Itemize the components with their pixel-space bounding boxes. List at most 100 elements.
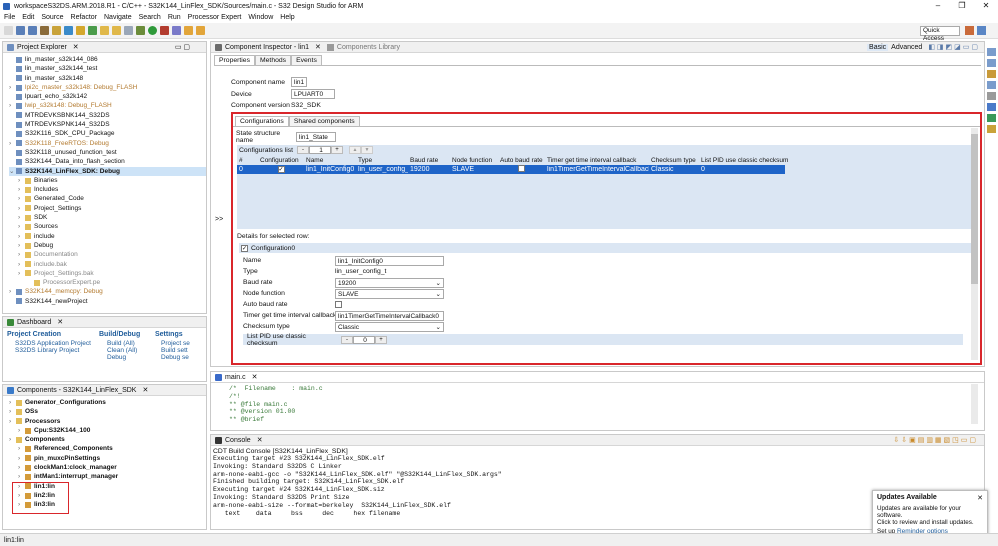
tree-item[interactable]: › S32K118_FreeRTOS: Debug xyxy=(9,139,206,148)
tree-item[interactable]: › Project_Settings.bak xyxy=(9,269,206,278)
search-icon[interactable] xyxy=(124,26,133,35)
tab-main-c[interactable]: main.c xyxy=(225,374,246,381)
detail-name-field[interactable]: lin1_InitConfig0 xyxy=(335,255,444,266)
tree-item[interactable]: lin_master_s32k148 xyxy=(9,74,206,83)
run-icon[interactable] xyxy=(148,26,157,35)
column-header[interactable]: Configuration xyxy=(258,157,304,164)
memory-icon[interactable] xyxy=(987,92,996,100)
detail-timer-field[interactable]: lin1TimerGetTimeIntervalCallback0 xyxy=(335,310,444,321)
cpp-perspective-icon[interactable] xyxy=(965,26,974,35)
table-row[interactable]: 0 ✓ lin1_InitConfig0 lin_user_config_t 1… xyxy=(237,165,785,174)
new-class-icon[interactable] xyxy=(88,26,97,35)
expand-toggle[interactable]: >> xyxy=(215,216,223,223)
external-tools-icon[interactable] xyxy=(160,26,169,35)
expand-toggle-icon[interactable]: › xyxy=(18,176,25,185)
tree-item[interactable]: › Includes xyxy=(9,185,206,194)
menu-search[interactable]: Search xyxy=(139,14,161,21)
detail-checksum-select[interactable]: Classic ⌄ xyxy=(335,321,444,332)
project-creation-title[interactable]: Project Creation xyxy=(7,331,99,338)
menu-source[interactable]: Source xyxy=(41,14,63,21)
console-output[interactable]: Executing target #23 S32K144_LinFlex_SDK… xyxy=(211,455,984,517)
settings-title[interactable]: Settings xyxy=(155,331,195,338)
component-item[interactable]: › Cpu:S32K144_100 xyxy=(9,426,206,435)
updates-body-2[interactable]: Click to review and install updates. xyxy=(877,519,983,526)
pid-increment-button[interactable]: + xyxy=(375,335,387,344)
task-list-icon[interactable] xyxy=(987,59,996,67)
problems-icon[interactable] xyxy=(987,70,996,78)
menu-processor-expert[interactable]: Processor Expert xyxy=(188,14,242,21)
column-header[interactable]: # xyxy=(237,157,258,164)
expand-toggle-icon[interactable]: › xyxy=(18,194,25,203)
component-item[interactable]: › Generator_Configurations xyxy=(9,398,206,407)
component-item[interactable]: › pin_muxcPinSettings xyxy=(9,454,206,463)
advanced-button[interactable]: Advanced xyxy=(891,44,922,51)
tree-item[interactable]: › Sources xyxy=(9,222,206,231)
close-notification-icon[interactable]: ✕ xyxy=(977,494,983,502)
tree-item[interactable]: lin_master_s32k144_test xyxy=(9,64,206,73)
tree-item[interactable]: › lwip_s32k148: Debug_FLASH xyxy=(9,101,206,110)
components-library-tab[interactable]: Components Library xyxy=(337,44,400,51)
expand-toggle-icon[interactable]: › xyxy=(18,426,25,435)
clean-all-link[interactable]: Clean (All) xyxy=(99,347,155,354)
component-name-field[interactable]: lin1 xyxy=(291,77,307,87)
back-icon[interactable] xyxy=(184,26,193,35)
forward-icon[interactable] xyxy=(196,26,205,35)
column-header[interactable]: Timer get time interval callback xyxy=(545,157,649,164)
expand-toggle-icon[interactable]: › xyxy=(18,454,25,463)
expand-toggle-icon[interactable]: › xyxy=(18,241,25,250)
components-title[interactable]: Components - S32K144_LinFlex_SDK xyxy=(17,387,136,394)
properties-icon[interactable] xyxy=(987,81,996,89)
menu-file[interactable]: File xyxy=(4,14,15,21)
component-item[interactable]: › Components xyxy=(9,435,206,444)
auto-baud-checkbox[interactable] xyxy=(498,165,545,174)
column-header[interactable]: Baud rate xyxy=(408,157,450,164)
tree-item[interactable]: lin_master_s32k144_086 xyxy=(9,55,206,64)
close-tab-icon[interactable]: ✕ xyxy=(57,318,63,326)
tab-events[interactable]: Events xyxy=(291,55,322,65)
tree-item[interactable]: › lpi2c_master_s32k148: Debug_FLASH xyxy=(9,83,206,92)
menu-edit[interactable]: Edit xyxy=(22,14,34,21)
perspective-icon[interactable] xyxy=(977,26,986,35)
tree-item[interactable]: › Debug xyxy=(9,241,206,250)
close-tab-icon[interactable]: ✕ xyxy=(142,386,148,394)
close-tab-icon[interactable]: ✕ xyxy=(315,43,321,51)
expand-toggle-icon[interactable]: › xyxy=(9,435,16,444)
build-settings-link[interactable]: Build sett xyxy=(155,347,195,354)
detail-baud-select[interactable]: 19200 ⌄ xyxy=(335,277,444,288)
expand-toggle-icon[interactable]: › xyxy=(9,417,16,426)
dashboard-title[interactable]: Dashboard xyxy=(17,319,51,326)
expand-toggle-icon[interactable]: › xyxy=(18,444,25,453)
code-area[interactable]: /* Filename : main.c/*! ** @file main.c **… xyxy=(211,383,984,424)
component-item[interactable]: › clockMan1:clock_manager xyxy=(9,463,206,472)
editor-scrollbar[interactable] xyxy=(971,384,978,424)
column-header[interactable]: Type xyxy=(356,157,408,164)
detail-auto-baud-checkbox[interactable] xyxy=(335,301,342,308)
tree-item[interactable]: S32K144_newProject xyxy=(9,297,206,306)
tree-item[interactable]: › Project_Settings xyxy=(9,204,206,213)
minimize-icon[interactable]: ▭ ▢ xyxy=(175,43,190,51)
tree-item[interactable]: › Binaries xyxy=(9,176,206,185)
tab-shared-components[interactable]: Shared components xyxy=(288,116,360,126)
expand-toggle-icon[interactable]: › xyxy=(18,260,25,269)
configurations-count[interactable]: 1 xyxy=(309,146,332,154)
close-button[interactable]: ✕ xyxy=(974,0,998,12)
s32ds-application-project-link[interactable]: S32DS Application Project xyxy=(7,340,99,347)
build-debug-title[interactable]: Build/Debug xyxy=(99,331,155,338)
component-item[interactable]: › intMan1:interrupt_manager xyxy=(9,472,206,481)
registers-icon[interactable] xyxy=(987,103,996,111)
basic-button[interactable]: Basic xyxy=(867,43,889,51)
expand-toggle-icon[interactable]: › xyxy=(18,222,25,231)
tree-item[interactable]: S32K116_SDK_CPU_Package xyxy=(9,129,206,138)
save-all-icon[interactable] xyxy=(28,26,37,35)
expand-toggle-icon[interactable]: › xyxy=(18,185,25,194)
processor-expert-icon[interactable] xyxy=(64,26,73,35)
move-down-button[interactable]: ▼ xyxy=(361,146,374,154)
vertical-scrollbar[interactable] xyxy=(971,128,978,360)
close-tab-icon[interactable]: ✕ xyxy=(252,373,258,381)
console-toolbar-icons[interactable]: ⇩⇩▣▤▥▦▧◳▭▢ xyxy=(893,436,978,444)
tree-item[interactable]: › Documentation xyxy=(9,250,206,259)
inspector-toolbar-icons[interactable]: ◧◨◩◪▭▢ xyxy=(928,43,980,51)
close-tab-icon[interactable]: ✕ xyxy=(257,436,263,444)
debug-settings-link[interactable]: Debug se xyxy=(155,354,195,361)
expand-toggle-icon[interactable]: › xyxy=(18,463,25,472)
